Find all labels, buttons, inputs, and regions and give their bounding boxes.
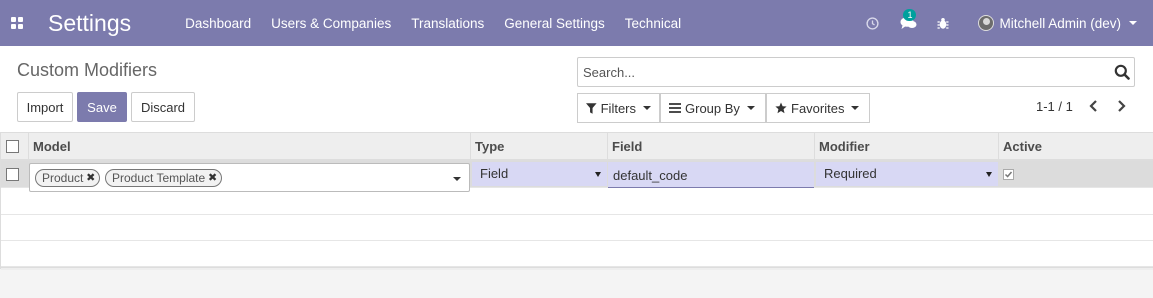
chevron-down-icon	[746, 106, 755, 110]
bug-icon	[937, 17, 949, 29]
top-navbar: Settings Dashboard Users & Companies Tra…	[0, 0, 1153, 46]
chevron-down-icon[interactable]	[453, 177, 461, 181]
model-tag: Product Template ✖	[105, 169, 223, 187]
filters-label: Filters	[600, 100, 636, 116]
favorites-label: Favorites	[791, 100, 845, 116]
discard-button[interactable]: Discard	[131, 92, 195, 122]
menu-general-settings[interactable]: General Settings	[494, 16, 615, 31]
apps-grid-icon	[11, 17, 23, 29]
select-all-checkbox[interactable]	[6, 140, 19, 153]
table-row-empty	[1, 189, 1153, 215]
user-name: Mitchell Admin (dev)	[999, 15, 1121, 31]
debug-button[interactable]	[926, 0, 960, 46]
field-input[interactable]: default_code	[608, 162, 814, 188]
table-row-empty	[1, 215, 1153, 241]
app-title[interactable]: Settings	[48, 10, 131, 37]
chevron-down-icon	[851, 106, 860, 110]
apps-menu-button[interactable]	[0, 0, 34, 46]
checkmark-icon	[1004, 171, 1013, 178]
table-header: Model Type Field Modifier Active	[1, 133, 1153, 161]
column-header-model[interactable]: Model	[29, 133, 471, 161]
type-value: Field	[480, 166, 509, 181]
control-panel: Custom Modifiers Import Save Discard Fil…	[0, 46, 1153, 133]
user-menu[interactable]: Mitchell Admin (dev)	[978, 15, 1137, 31]
activity-button[interactable]	[854, 0, 890, 46]
list-view: Model Type Field Modifier Active Product…	[0, 133, 1153, 270]
table-row-empty	[1, 241, 1153, 267]
model-tag: Product ✖	[35, 169, 101, 187]
column-header-type[interactable]: Type	[471, 133, 608, 161]
tag-label: Product	[42, 171, 84, 185]
clock-icon	[866, 16, 879, 30]
chevron-left-icon[interactable]	[1088, 99, 1100, 113]
column-header-active[interactable]: Active	[999, 133, 1153, 161]
row-checkbox[interactable]	[6, 168, 19, 181]
star-icon	[775, 102, 787, 114]
chevron-right-icon[interactable]	[1115, 99, 1127, 113]
type-select[interactable]: Field	[472, 162, 607, 186]
close-icon[interactable]: ✖	[86, 170, 95, 186]
chevron-down-icon	[595, 172, 601, 177]
modifier-select[interactable]: Required	[816, 162, 998, 186]
systray: 1 Mitchell Admin (dev)	[854, 0, 1153, 46]
messages-button[interactable]: 1	[890, 0, 926, 46]
favorites-button[interactable]: Favorites	[766, 93, 870, 123]
search-bar	[577, 57, 1135, 87]
import-button[interactable]: Import	[17, 92, 73, 122]
filter-icon	[586, 102, 597, 114]
filters-button[interactable]: Filters	[577, 93, 660, 123]
tag-label: Product Template	[112, 171, 206, 185]
model-many2many-input[interactable]: Product ✖ Product Template ✖	[29, 163, 470, 192]
list-icon	[669, 103, 681, 113]
chevron-down-icon	[1129, 21, 1137, 25]
group-by-button[interactable]: Group By	[660, 93, 766, 123]
search-icon[interactable]	[1114, 64, 1130, 80]
modifier-value: Required	[824, 166, 877, 181]
table-footer	[1, 267, 1153, 270]
menu-technical[interactable]: Technical	[615, 16, 691, 31]
save-button[interactable]: Save	[77, 92, 127, 122]
page-title: Custom Modifiers	[17, 60, 158, 80]
menu-translations[interactable]: Translations	[401, 16, 494, 31]
close-icon[interactable]: ✖	[208, 170, 217, 186]
pager-value[interactable]: 1-1 / 1	[1036, 99, 1073, 114]
chevron-down-icon	[986, 172, 992, 177]
menu-dashboard[interactable]: Dashboard	[175, 16, 261, 31]
select-all-cell	[1, 133, 29, 161]
column-header-field[interactable]: Field	[608, 133, 815, 161]
avatar	[978, 15, 995, 31]
search-input[interactable]	[578, 58, 1098, 86]
column-header-modifier[interactable]: Modifier	[815, 133, 999, 161]
menu-users-companies[interactable]: Users & Companies	[261, 16, 401, 31]
main-menu: Dashboard Users & Companies Translations…	[175, 16, 691, 31]
chevron-down-icon	[643, 106, 651, 110]
active-checkbox[interactable]	[1003, 169, 1014, 180]
group-by-label: Group By	[685, 100, 740, 116]
